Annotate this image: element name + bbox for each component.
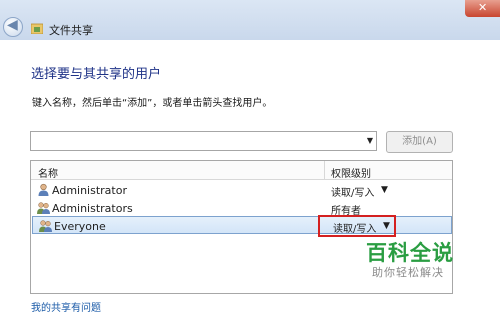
column-header-permission[interactable]: 权限级别 xyxy=(331,165,371,180)
instruction-text: 键入名称，然后单击“添加”，或者单击箭头查找用户。 xyxy=(32,98,273,109)
user-icon xyxy=(38,183,49,196)
shared-folder-icon xyxy=(31,23,43,34)
annotation-highlight-box xyxy=(318,215,396,237)
window-titlebar: ◀ 文件共享 ✕ xyxy=(0,0,500,40)
table-row[interactable]: Administrator 读取/写入 ▼ xyxy=(31,181,452,199)
sharing-problem-link[interactable]: 我的共享有问题 xyxy=(31,299,101,314)
user-name: Administrators xyxy=(52,202,133,215)
window-title: 文件共享 xyxy=(49,24,93,37)
back-arrow-icon: ◀ xyxy=(7,17,18,33)
user-name: Administrator xyxy=(52,184,127,197)
watermark-slogan: 助你轻松解决 xyxy=(372,266,444,279)
add-button[interactable]: 添加(A) xyxy=(386,131,453,153)
column-header-name[interactable]: 名称 xyxy=(38,165,58,180)
user-group-icon xyxy=(37,202,50,214)
user-name: Everyone xyxy=(54,220,106,233)
column-divider[interactable] xyxy=(324,161,325,179)
close-icon: ✕ xyxy=(478,1,488,14)
user-group-icon xyxy=(39,220,52,232)
permission-level[interactable]: 读取/写入 xyxy=(331,184,374,199)
back-button[interactable]: ◀ xyxy=(3,17,23,37)
watermark-logo-text: 百科全说 xyxy=(366,241,454,265)
page-heading: 选择要与其共享的用户 xyxy=(31,67,162,82)
close-button[interactable]: ✕ xyxy=(465,0,500,17)
user-combo-input[interactable]: ▼ xyxy=(30,131,377,151)
dropdown-arrow-icon[interactable]: ▼ xyxy=(367,136,373,145)
permission-dropdown-icon[interactable]: ▼ xyxy=(381,185,388,195)
list-header: 名称 权限级别 xyxy=(31,161,452,180)
